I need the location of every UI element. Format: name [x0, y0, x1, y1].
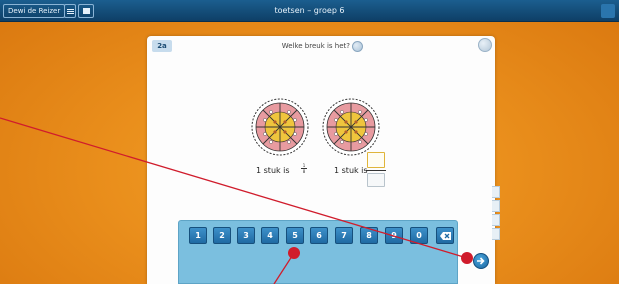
key-9[interactable]: 9	[385, 227, 403, 244]
key-4[interactable]: 4	[261, 227, 279, 244]
side-tab[interactable]	[492, 200, 500, 212]
pie-right	[322, 98, 380, 156]
fraction-denominator: 8	[301, 168, 307, 174]
key-3[interactable]: 3	[237, 227, 255, 244]
side-tab[interactable]	[492, 186, 500, 198]
top-bar: Dewi de Reizer toetsen – groep 6	[0, 0, 619, 22]
speaker-icon[interactable]	[352, 41, 363, 52]
key-7[interactable]: 7	[335, 227, 353, 244]
exercise-number-badge: 2a	[152, 40, 172, 52]
fraction-left: 1 8	[301, 163, 307, 174]
key-0[interactable]: 0	[410, 227, 428, 244]
backspace-icon	[440, 232, 451, 240]
pie-left	[251, 98, 309, 156]
help-icon[interactable]	[478, 38, 492, 52]
window-control-icon[interactable]	[601, 4, 615, 18]
numerator-input[interactable]	[367, 152, 385, 168]
fraction-line	[366, 170, 386, 171]
key-5[interactable]: 5	[286, 227, 304, 244]
key-8[interactable]: 8	[360, 227, 378, 244]
side-tab[interactable]	[492, 228, 500, 240]
fraction-numerator: 1	[302, 163, 306, 168]
backspace-key[interactable]	[436, 227, 454, 244]
next-button[interactable]	[473, 253, 489, 269]
key-1[interactable]: 1	[189, 227, 207, 244]
caption-left: 1 stuk is	[256, 166, 290, 175]
key-2[interactable]: 2	[213, 227, 231, 244]
arrow-right-icon	[477, 257, 485, 265]
denominator-input[interactable]	[367, 173, 385, 187]
window-title: toetsen – groep 6	[274, 6, 345, 15]
key-6[interactable]: 6	[310, 227, 328, 244]
side-tab[interactable]	[492, 214, 500, 226]
caption-right: 1 stuk is	[334, 166, 368, 175]
